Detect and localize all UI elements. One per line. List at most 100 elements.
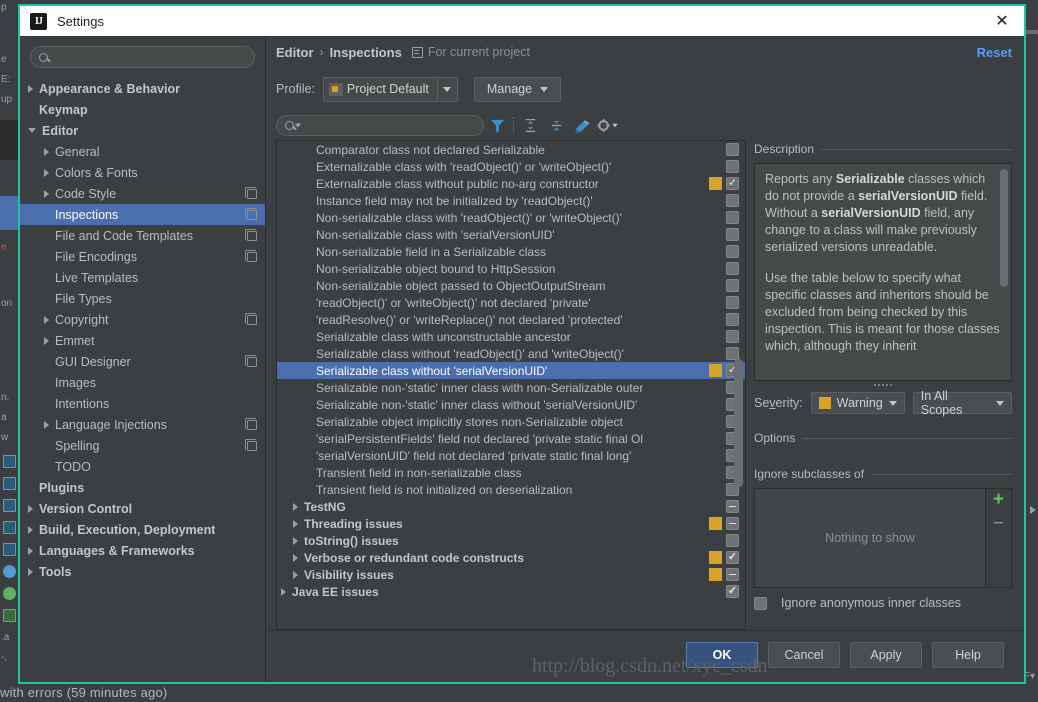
chevron-right-icon[interactable] xyxy=(44,420,49,429)
severity-swatch[interactable] xyxy=(709,551,722,564)
inspection-enabled-checkbox[interactable]: ✓ xyxy=(726,551,739,564)
reset-link[interactable]: Reset xyxy=(977,45,1012,60)
filter-icon[interactable] xyxy=(484,113,510,137)
inspection-search-input[interactable] xyxy=(306,118,475,132)
search-input[interactable] xyxy=(54,50,246,64)
profile-select[interactable]: Project Default xyxy=(322,76,458,102)
inspection-enabled-checkbox[interactable] xyxy=(726,160,739,173)
sidebar-item-keymap[interactable]: Keymap xyxy=(20,99,265,120)
inspection-enabled-checkbox[interactable] xyxy=(726,245,739,258)
copy-settings-icon[interactable] xyxy=(245,354,257,367)
chevron-down-icon[interactable] xyxy=(294,123,302,127)
eraser-icon[interactable] xyxy=(569,113,595,137)
ignore-anonymous-checkbox[interactable]: ✓ xyxy=(754,596,767,610)
sidebar-item-appearance-behavior[interactable]: Appearance & Behavior xyxy=(20,78,265,99)
manage-button[interactable]: Manage xyxy=(473,76,562,102)
inspection-enabled-checkbox[interactable] xyxy=(726,568,739,581)
inspection-enabled-checkbox[interactable] xyxy=(726,211,739,224)
inspection-group-row[interactable]: TestNG xyxy=(277,498,745,515)
chevron-right-icon[interactable] xyxy=(28,84,33,93)
sidebar-item-languages-frameworks[interactable]: Languages & Frameworks xyxy=(20,540,265,561)
inspection-group-row[interactable]: toString() issues xyxy=(277,532,745,549)
inspection-row[interactable]: Externalizable class without public no-a… xyxy=(277,175,745,192)
inspection-row[interactable]: Non-serializable class with 'readObject(… xyxy=(277,209,745,226)
chevron-right-icon[interactable] xyxy=(44,147,49,156)
sidebar-item-tools[interactable]: Tools xyxy=(20,561,265,582)
inspection-search-box[interactable] xyxy=(276,114,484,136)
ignore-anonymous-row[interactable]: ✓ Ignore anonymous inner classes xyxy=(754,596,1012,610)
inspection-group-row[interactable]: Java EE issues ✓ xyxy=(277,583,745,600)
chevron-right-icon[interactable] xyxy=(28,546,33,555)
sidebar-item-colors-fonts[interactable]: Colors & Fonts xyxy=(20,162,265,183)
chevron-right-icon[interactable] xyxy=(44,189,49,198)
sidebar-search-box[interactable] xyxy=(30,46,255,68)
copy-settings-icon[interactable] xyxy=(245,417,257,430)
apply-button[interactable]: Apply xyxy=(850,641,922,668)
inspection-row[interactable]: Comparator class not declared Serializab… xyxy=(277,141,745,158)
chevron-right-icon[interactable] xyxy=(281,587,286,596)
chevron-right-icon[interactable] xyxy=(44,168,49,177)
chevron-right-icon[interactable] xyxy=(293,502,298,511)
inspection-enabled-checkbox[interactable] xyxy=(726,313,739,326)
inspection-row[interactable]: Non-serializable object passed to Object… xyxy=(277,277,745,294)
inspection-row[interactable]: Transient field is not initialized on de… xyxy=(277,481,745,498)
sidebar-item-copyright[interactable]: Copyright xyxy=(20,309,265,330)
chevron-right-icon[interactable] xyxy=(28,525,33,534)
inspection-row[interactable]: Serializable object implicitly stores no… xyxy=(277,413,745,430)
inspection-enabled-checkbox[interactable]: ✓ xyxy=(726,177,739,190)
inspection-row[interactable]: 'readResolve()' or 'writeReplace()' not … xyxy=(277,311,745,328)
inspection-row[interactable]: Instance field may not be initialized by… xyxy=(277,192,745,209)
sidebar-item-gui-designer[interactable]: GUI Designer xyxy=(20,351,265,372)
copy-settings-icon[interactable] xyxy=(245,186,257,199)
inspection-enabled-checkbox[interactable] xyxy=(726,330,739,343)
sidebar-item-intentions[interactable]: Intentions xyxy=(20,393,265,414)
inspection-row[interactable]: Serializable non-'static' inner class wi… xyxy=(277,396,745,413)
inspection-enabled-checkbox[interactable]: ✓ xyxy=(726,585,739,598)
inspection-enabled-checkbox[interactable] xyxy=(726,194,739,207)
sidebar-item-file-types[interactable]: File Types xyxy=(20,288,265,309)
remove-icon[interactable]: − xyxy=(993,514,1004,533)
close-icon[interactable]: ✕ xyxy=(980,6,1024,36)
inspection-group-row[interactable]: Verbose or redundant code constructs ✓ xyxy=(277,549,745,566)
inspection-tree[interactable]: Comparator class not declared Serializab… xyxy=(276,140,746,630)
inspection-scrollbar[interactable] xyxy=(734,359,743,487)
inspection-enabled-checkbox[interactable] xyxy=(726,228,739,241)
sidebar-item-images[interactable]: Images xyxy=(20,372,265,393)
settings-tree[interactable]: Appearance & Behavior Keymap Editor General… xyxy=(20,76,265,682)
copy-settings-icon[interactable] xyxy=(245,438,257,451)
severity-swatch[interactable] xyxy=(709,177,722,190)
inspection-enabled-checkbox[interactable] xyxy=(726,262,739,275)
inspection-row[interactable]: 'serialPersistentFields' field not decla… xyxy=(277,430,745,447)
sidebar-item-language-injections[interactable]: Language Injections xyxy=(20,414,265,435)
chevron-right-icon[interactable] xyxy=(293,553,298,562)
inspection-row[interactable]: Non-serializable class with 'serialVersi… xyxy=(277,226,745,243)
inspection-row[interactable]: Serializable class without 'serialVersio… xyxy=(277,362,745,379)
inspection-group-row[interactable]: Threading issues xyxy=(277,515,745,532)
inspection-row[interactable]: Serializable class with unconstructable … xyxy=(277,328,745,345)
inspection-row[interactable]: Non-serializable object bound to HttpSes… xyxy=(277,260,745,277)
inspection-row[interactable]: Externalizable class with 'readObject()'… xyxy=(277,158,745,175)
chevron-right-icon[interactable] xyxy=(44,336,49,345)
severity-swatch[interactable] xyxy=(709,364,722,377)
sidebar-item-emmet[interactable]: Emmet xyxy=(20,330,265,351)
scope-select[interactable]: In All Scopes xyxy=(912,389,1012,417)
ignore-subclasses-list[interactable]: Nothing to show xyxy=(754,488,986,588)
chevron-down-icon[interactable] xyxy=(28,128,36,133)
sidebar-item-file-encodings[interactable]: File Encodings xyxy=(20,246,265,267)
inspection-row[interactable]: 'serialVersionUID' field not declared 'p… xyxy=(277,447,745,464)
sidebar-item-editor[interactable]: Editor xyxy=(20,120,265,141)
sidebar-item-inspections[interactable]: Inspections xyxy=(20,204,265,225)
chevron-right-icon[interactable] xyxy=(28,567,33,576)
inspection-row[interactable]: Serializable non-'static' inner class wi… xyxy=(277,379,745,396)
chevron-right-icon[interactable] xyxy=(44,315,49,324)
inspection-enabled-checkbox[interactable] xyxy=(726,296,739,309)
breadcrumb-root[interactable]: Editor xyxy=(276,45,314,60)
severity-swatch[interactable] xyxy=(709,517,722,530)
gear-icon[interactable] xyxy=(595,113,621,137)
severity-swatch[interactable] xyxy=(709,568,722,581)
chevron-right-icon[interactable] xyxy=(28,504,33,513)
chevron-right-icon[interactable] xyxy=(293,536,298,545)
sidebar-item-build-execution-deployment[interactable]: Build, Execution, Deployment xyxy=(20,519,265,540)
help-button[interactable]: Help xyxy=(932,641,1004,668)
sidebar-item-plugins[interactable]: Plugins xyxy=(20,477,265,498)
